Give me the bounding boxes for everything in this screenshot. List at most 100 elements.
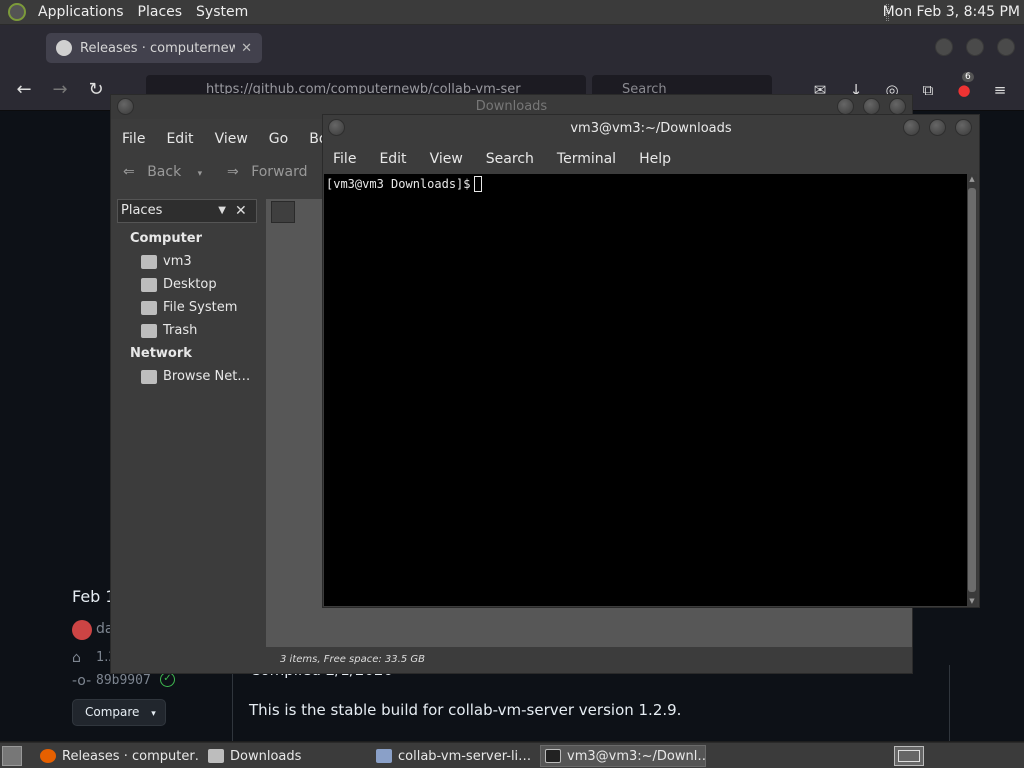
fm-menu-go[interactable]: Go — [269, 131, 288, 147]
fm-forward-button[interactable]: ⇒ Forward — [227, 164, 308, 180]
taskbar-item-downloads[interactable]: Downloads — [204, 745, 368, 767]
file-manager-minimize-button[interactable] — [837, 98, 854, 115]
file-manager-maximize-button[interactable] — [863, 98, 880, 115]
terminal-close-button[interactable] — [955, 119, 972, 136]
trash-icon — [141, 323, 157, 338]
browser-close-button[interactable] — [997, 38, 1015, 56]
edit-location-icon[interactable] — [271, 201, 295, 223]
sidebar-item-vm3[interactable]: vm3 — [117, 250, 263, 273]
scroll-down-icon[interactable]: ▼ — [968, 597, 976, 605]
ublock-icon[interactable]: ● — [952, 78, 976, 102]
terminal-window: vm3@vm3:~/Downloads File Edit View Searc… — [322, 114, 980, 608]
file-manager-close-button[interactable] — [889, 98, 906, 115]
places-sidebar: Computer vm3 Desktop File System Trash N… — [117, 227, 263, 647]
github-icon — [56, 40, 72, 56]
terminal-maximize-button[interactable] — [929, 119, 946, 136]
extensions-icon[interactable]: ⧉ — [916, 78, 940, 102]
term-menu-file[interactable]: File — [333, 151, 356, 167]
browser-maximize-button[interactable] — [966, 38, 984, 56]
taskbar-item-archive[interactable]: collab-vm-server-li… — [372, 745, 536, 767]
status-bar: 3 items, Free space: 33.5 GB — [266, 647, 912, 673]
extension-badge: 6 — [962, 72, 974, 82]
file-manager-title: Downloads — [475, 99, 548, 114]
sidebar-item-file-system[interactable]: File System — [117, 296, 263, 319]
term-menu-edit[interactable]: Edit — [379, 151, 406, 167]
back-arrow-icon: ⇐ — [123, 164, 140, 180]
sidebar-item-trash[interactable]: Trash — [117, 319, 263, 342]
fm-menu-edit[interactable]: Edit — [166, 131, 193, 147]
sidebar-heading-computer: Computer — [130, 231, 203, 246]
sidebar-item-browse-network[interactable]: Browse Net… — [117, 365, 263, 388]
back-arrow-icon[interactable]: ← — [12, 78, 36, 102]
browser-tab-bar: Releases · computernewb/c ✕ — [0, 25, 1024, 70]
taskbar-item-label: vm3@vm3:~/Downl… — [567, 748, 706, 764]
fm-menu-view[interactable]: View — [215, 131, 248, 147]
top-panel-menus: Applications Places System — [32, 0, 268, 25]
applications-menu[interactable]: Applications — [38, 4, 124, 20]
term-menu-help[interactable]: Help — [639, 151, 671, 167]
terminal-titlebar[interactable]: vm3@vm3:~/Downloads — [323, 115, 979, 143]
folder-icon — [208, 749, 224, 763]
chevron-down-icon: ▼ — [218, 205, 226, 216]
drive-icon — [141, 300, 157, 315]
term-menu-terminal[interactable]: Terminal — [557, 151, 616, 167]
fm-back-button[interactable]: ⇐ Back ▾ — [123, 164, 202, 180]
network-icon — [141, 369, 157, 384]
terminal-screen[interactable]: [vm3@vm3 Downloads]$ — [324, 174, 967, 606]
taskbar-item-label: Downloads — [230, 748, 302, 764]
terminal-scrollbar[interactable]: ▲ ▼ — [967, 174, 977, 606]
file-manager-menu-button[interactable] — [117, 98, 134, 115]
system-menu[interactable]: System — [196, 4, 248, 20]
verified-check-icon[interactable]: ✓ — [160, 672, 175, 687]
fm-menu-file[interactable]: File — [122, 131, 145, 147]
avatar[interactable] — [72, 620, 92, 640]
reload-icon[interactable]: ↻ — [84, 78, 108, 102]
hamburger-menu-icon[interactable]: ≡ — [988, 78, 1012, 102]
sidebar-item-label: Trash — [163, 323, 198, 338]
places-menu[interactable]: Places — [138, 4, 183, 20]
terminal-title: vm3@vm3:~/Downloads — [570, 121, 732, 136]
show-desktop-icon[interactable] — [2, 746, 22, 766]
forward-arrow-icon[interactable]: → — [48, 78, 72, 102]
close-sidebar-icon[interactable]: ✕ — [235, 199, 247, 223]
fm-forward-label: Forward — [251, 164, 308, 180]
workspace-window-preview — [898, 750, 920, 762]
close-tab-icon[interactable]: ✕ — [241, 41, 252, 56]
terminal-cursor — [473, 176, 482, 192]
gnome-foot-icon[interactable] — [8, 3, 26, 21]
scrollbar-thumb[interactable] — [968, 188, 976, 592]
bottom-panel: Releases · computer… Downloads collab-vm… — [0, 742, 1024, 768]
sidebar-item-desktop[interactable]: Desktop — [117, 273, 263, 296]
archive-icon — [376, 749, 392, 763]
browser-minimize-button[interactable] — [935, 38, 953, 56]
taskbar-item-browser[interactable]: Releases · computer… — [36, 745, 200, 767]
sidebar-item-label: Browse Net… — [163, 369, 251, 384]
browser-tab-releases[interactable]: Releases · computernewb/c ✕ — [46, 33, 262, 63]
home-folder-icon — [141, 254, 157, 269]
forward-arrow-icon: ⇒ — [227, 164, 244, 180]
sidebar-selector-label: Places — [121, 203, 163, 218]
commit-icon: -o- — [72, 673, 92, 689]
scroll-up-icon[interactable]: ▲ — [968, 175, 976, 183]
sidebar-item-label: File System — [163, 300, 238, 315]
release-commit[interactable]: 89b9907 — [96, 673, 151, 688]
terminal-minimize-button[interactable] — [903, 119, 920, 136]
taskbar-item-terminal[interactable]: vm3@vm3:~/Downl… — [540, 745, 706, 767]
taskbar-item-label: Releases · computer… — [62, 748, 200, 764]
top-panel: Applications Places System Mon Feb 3, 8:… — [0, 0, 1024, 25]
compare-label: Compare — [85, 705, 140, 719]
panel-clock[interactable]: Mon Feb 3, 8:45 PM — [883, 0, 1020, 25]
term-menu-search[interactable]: Search — [486, 151, 534, 167]
term-menu-view[interactable]: View — [430, 151, 463, 167]
fm-back-label: Back — [147, 164, 182, 180]
sidebar-item-label: vm3 — [163, 254, 192, 269]
firefox-icon — [40, 749, 56, 763]
desktop-icon — [141, 277, 157, 292]
compare-button[interactable]: Compare ▾ — [72, 699, 166, 726]
chevron-down-icon: ▾ — [197, 169, 203, 179]
terminal-menubar: File Edit View Search Terminal Help — [323, 146, 979, 172]
chevron-down-icon: ▾ — [151, 709, 156, 719]
tab-title: Releases · computernewb/c — [80, 40, 236, 56]
workspace-switcher[interactable] — [894, 746, 924, 766]
taskbar-item-label: collab-vm-server-li… — [398, 748, 532, 764]
